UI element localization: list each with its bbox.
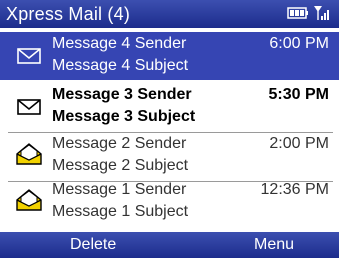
message-row[interactable]: Message 1 Sender Message 1 Subject 12:36… xyxy=(0,178,339,226)
message-subject: Message 3 Subject xyxy=(52,108,196,125)
message-subject: Message 1 Subject xyxy=(52,203,189,220)
message-subject: Message 2 Subject xyxy=(52,157,189,174)
message-time: 12:36 PM xyxy=(260,181,329,198)
envelope-open-icon xyxy=(16,189,42,211)
message-sender: Message 2 Sender xyxy=(52,135,187,152)
message-sender: Message 3 Sender xyxy=(52,86,192,103)
menu-softkey[interactable]: Menu xyxy=(254,236,294,254)
message-time: 5:30 PM xyxy=(268,86,329,103)
message-row[interactable]: Message 4 Sender Message 4 Subject 6:00 … xyxy=(0,32,339,80)
battery-icon xyxy=(287,7,308,19)
app-title: Xpress Mail (4) xyxy=(6,3,131,24)
message-list: Message 4 Sender Message 4 Subject 6:00 … xyxy=(0,28,339,230)
message-time: 2:00 PM xyxy=(269,135,329,152)
message-subject: Message 4 Subject xyxy=(52,57,189,74)
message-time: 6:00 PM xyxy=(269,35,329,52)
softkey-bar: Delete Menu xyxy=(0,232,339,258)
envelope-open-icon xyxy=(16,143,42,165)
envelope-closed-icon xyxy=(17,99,41,115)
envelope-closed-icon xyxy=(17,48,41,64)
message-row[interactable]: Message 2 Sender Message 2 Subject 2:00 … xyxy=(0,132,339,182)
status-icons xyxy=(287,5,331,21)
xpress-mail-screen: Xpress Mail (4) Message 4 Sender Message… xyxy=(0,0,339,258)
message-sender: Message 4 Sender xyxy=(52,35,187,52)
title-bar: Xpress Mail (4) xyxy=(0,0,339,28)
delete-softkey[interactable]: Delete xyxy=(70,236,116,254)
message-row[interactable]: Message 3 Sender Message 3 Subject 5:30 … xyxy=(0,83,339,133)
signal-icon xyxy=(314,6,329,20)
message-sender: Message 1 Sender xyxy=(52,181,187,198)
